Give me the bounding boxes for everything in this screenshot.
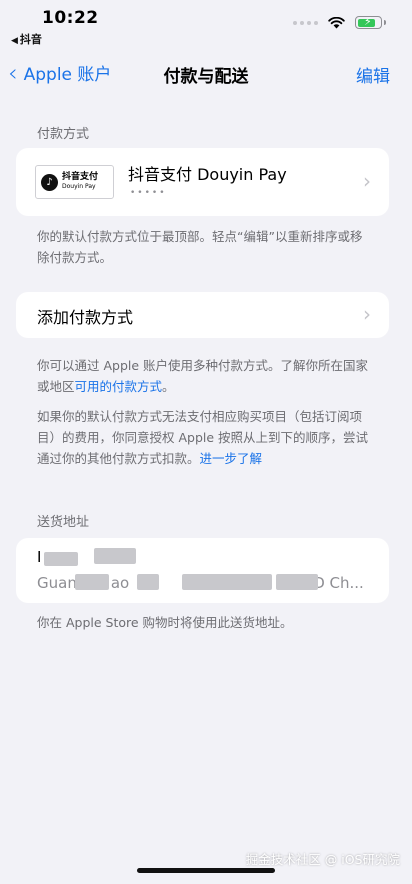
payment-method-masked: ••••• [130,188,167,198]
redacted-block [182,574,272,590]
redacted-block [137,574,159,590]
shipping-address-row[interactable]: I Guan ao D Ch... [16,538,389,603]
address-part: ao [110,574,130,592]
address-part: Guan [37,574,77,592]
shipping-footnote: 你在 Apple Store 购物时将使用此送货地址。 [37,615,293,630]
battery-icon: ⚡ [355,15,386,29]
edit-button[interactable]: 编辑 [356,62,390,87]
home-indicator[interactable] [137,868,275,873]
tiktok-icon: ♪ [41,173,58,191]
note-text: 。 [162,379,175,394]
logo-text-en: Douyin Pay [62,183,96,190]
address-part: D Ch... [313,574,364,592]
available-methods-link[interactable]: 可用的付款方式 [75,379,163,394]
charging-bolt-icon: ⚡ [364,15,372,28]
wifi-icon [328,16,345,29]
watermark: 掘金技术社区 @ iOS研究院 [245,852,400,867]
redacted-block [75,574,109,590]
page-title: 付款与配送 [163,67,249,87]
status-indicators: ⚡ [293,15,386,29]
redacted-block [44,552,78,566]
redacted-block [276,574,318,590]
signal-icon [293,20,318,25]
learn-more-link[interactable]: 进一步了解 [200,451,263,466]
logo-text-cn: 抖音支付 [62,172,99,182]
back-app-label: 抖音 [19,33,42,46]
payment-section-header: 付款方式 [37,127,90,142]
screen: 10:22 ◀ 抖音 ⚡ ‹ Apple 账户 付款与配送 编辑 付款方式 ♪ … [0,0,412,884]
chevron-right-icon: › [363,302,371,326]
payment-methods-note: 你可以通过 Apple 账户使用多种付款方式。了解你所在国家或地区可用的付款方式… [37,355,372,397]
back-triangle-icon: ◀ [11,36,18,46]
chevron-right-icon: › [363,169,371,193]
payment-footnote: 你的默认付款方式位于最顶部。轻点“编辑”以重新排序或移除付款方式。 [37,229,363,265]
douyin-pay-logo: ♪ 抖音支付 Douyin Pay [35,165,114,199]
payment-method-row[interactable]: ♪ 抖音支付 Douyin Pay 抖音支付 Douyin Pay ••••• … [16,148,389,216]
address-name: I [37,548,42,566]
payment-method-name: 抖音支付 Douyin Pay [128,165,287,184]
back-to-app[interactable]: ◀ 抖音 [11,31,42,47]
authorization-note: 如果你的默认付款方式无法支付相应购买项目（包括订阅项目）的费用，你同意授权 Ap… [37,406,372,469]
add-payment-method-row[interactable]: 添加付款方式 › [16,292,389,338]
navigation-bar: ‹ Apple 账户 付款与配送 编辑 [0,52,412,92]
add-payment-label: 添加付款方式 [37,308,134,327]
shipping-section-header: 送货地址 [37,515,90,530]
redacted-block [94,548,136,564]
status-bar: 10:22 ◀ 抖音 ⚡ [0,0,412,48]
status-time: 10:22 [42,8,99,28]
